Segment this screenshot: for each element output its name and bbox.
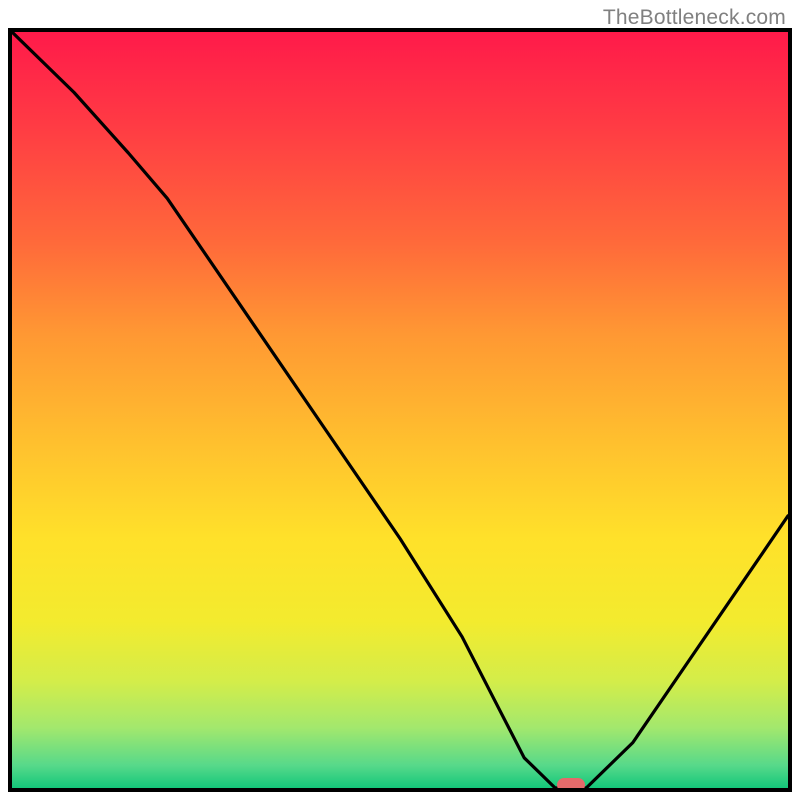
watermark-text: TheBottleneck.com — [603, 6, 786, 30]
bottleneck-curve — [12, 32, 788, 788]
plot-area — [8, 28, 792, 792]
optimal-marker — [557, 778, 585, 792]
curve-path — [12, 32, 788, 788]
chart-stage: TheBottleneck.com — [0, 0, 800, 800]
